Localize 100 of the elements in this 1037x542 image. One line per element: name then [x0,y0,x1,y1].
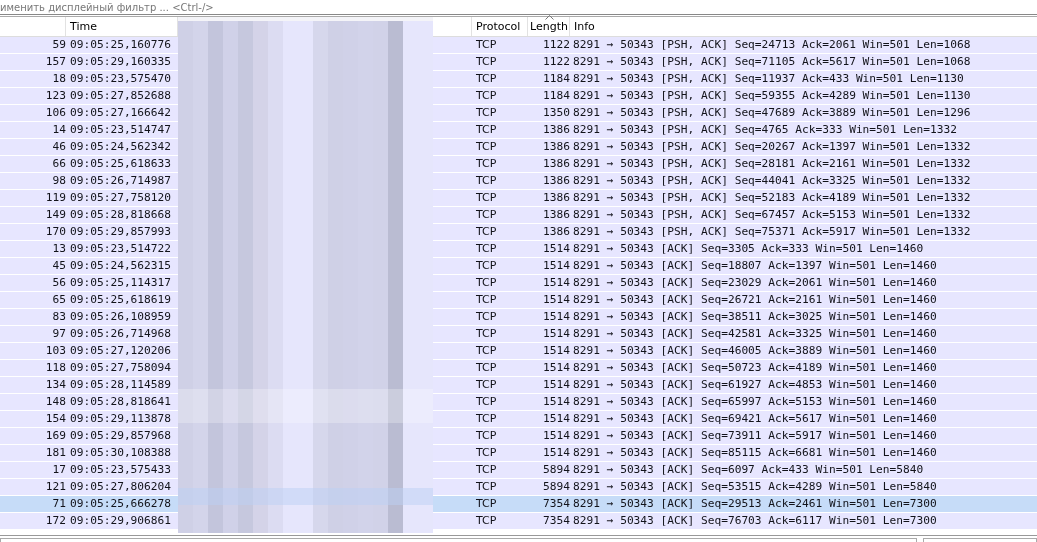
table-cell-text: 8291 → 50343 [ACK] Seq=85115 Ack=6681 Win=501 Len=1460 [572,445,937,461]
table-cell-text: 09:05:24,562342 [70,139,173,155]
table-cell-text: 8291 → 50343 [ACK] Seq=65997 Ack=5153 Win=501 Len=1460 [572,394,937,410]
table-cell-text: 1514 [542,343,570,359]
table-cell-text: 8291 → 50343 [ACK] Seq=38511 Ack=3025 Win=501 Len=1460 [572,309,937,325]
table-cell-text: 1122 [542,37,570,53]
table-cell-text: 5894 [542,479,570,495]
table-cell-text: 8291 → 50343 [ACK] Seq=76703 Ack=6117 Win=501 Len=7300 [572,513,937,529]
table-cell-text: 1350 [542,105,570,121]
table-cell-text: 8291 → 50343 [PSH, ACK] Seq=28181 Ack=2161 Win=501 Len=1332 [572,156,971,172]
table-cell-text: 1386 [542,173,570,189]
table-cell-text: 7354 [542,513,570,529]
table-cell-text: 09:05:28,818668 [70,207,173,223]
table-cell-text: TCP [475,496,498,512]
table-cell-text: 09:05:30,108388 [70,445,173,461]
table-cell-text: 119 [44,190,67,206]
table-cell-text: 1514 [542,258,570,274]
table-cell-text: TCP [475,445,498,461]
table-cell-text: 1184 [542,71,570,87]
table-cell-text: 09:05:25,618633 [70,156,173,172]
table-cell-text: 18 [51,71,67,87]
table-cell-text: 8291 → 50343 [PSH, ACK] Seq=47689 Ack=3889 Win=501 Len=1296 [572,105,971,121]
table-cell-text: 09:05:26,714968 [70,326,173,342]
table-cell-text: TCP [475,377,498,393]
table-cell-text: 09:05:25,666278 [70,496,173,512]
table-cell-text: 157 [44,54,67,70]
table-cell-text: 59 [51,37,67,53]
table-cell-text: 45 [51,258,67,274]
table-cell-text: 8291 → 50343 [ACK] Seq=69421 Ack=5617 Win=501 Len=1460 [572,411,937,427]
table-cell-text: 1514 [542,241,570,257]
table-cell-text: 83 [51,309,67,325]
table-cell-text: 8291 → 50343 [PSH, ACK] Seq=75371 Ack=5917 Win=501 Len=1332 [572,224,971,240]
table-cell-text: 1386 [542,224,570,240]
table-cell-text: 09:05:25,160776 [70,37,173,53]
table-cell-text: 09:05:28,818641 [70,394,173,410]
table-cell-text: TCP [475,173,498,189]
table-cell-text: TCP [475,394,498,410]
column-header[interactable]: Protocol [472,17,528,36]
column-header[interactable]: Length [528,17,570,36]
table-cell-text: 1386 [542,190,570,206]
table-cell-text: 09:05:29,113878 [70,411,173,427]
table-cell-text: 8291 → 50343 [ACK] Seq=73911 Ack=5917 Win=501 Len=1460 [572,428,937,444]
table-cell-text: TCP [475,479,498,495]
table-cell-text: 09:05:27,758094 [70,360,173,376]
table-cell-text: 8291 → 50343 [ACK] Seq=6097 Ack=433 Win=501 Len=5840 [572,462,924,478]
table-cell-text: TCP [475,411,498,427]
table-cell-text: 09:05:27,806204 [70,479,173,495]
table-cell-text: 1514 [542,275,570,291]
table-cell-text: 1122 [542,54,570,70]
table-cell-text: 8291 → 50343 [PSH, ACK] Seq=4765 Ack=333 Win=501 Len=1332 [572,122,957,138]
table-cell-text: 09:05:28,114589 [70,377,173,393]
table-cell-text: 09:05:26,714987 [70,173,173,189]
table-cell-text: TCP [475,241,498,257]
table-cell-text: TCP [475,139,498,155]
table-cell-text: 154 [44,411,67,427]
table-cell-text: 09:05:24,562315 [70,258,173,274]
table-cell-text: 09:05:27,852688 [70,88,173,104]
table-cell-text: 14 [51,122,67,138]
table-cell-text: 98 [51,173,67,189]
table-cell-text: TCP [475,71,498,87]
table-cell-text: 103 [44,343,67,359]
table-cell-text: 09:05:27,758120 [70,190,173,206]
table-cell-text: TCP [475,360,498,376]
table-cell-text: 56 [51,275,67,291]
table-cell-text: 09:05:29,857993 [70,224,173,240]
table-cell-text: TCP [475,462,498,478]
table-cell-text: 8291 → 50343 [PSH, ACK] Seq=11937 Ack=433 Win=501 Len=1130 [572,71,964,87]
table-cell-text: 1514 [542,292,570,308]
table-cell-text: 09:05:29,857968 [70,428,173,444]
table-cell-text: 1514 [542,309,570,325]
table-cell-text: 118 [44,360,67,376]
table-cell-text: 09:05:25,114317 [70,275,173,291]
table-cell-text: 09:05:26,108959 [70,309,173,325]
table-cell-text: TCP [475,513,498,529]
table-cell-text: 8291 → 50343 [PSH, ACK] Seq=67457 Ack=5153 Win=501 Len=1332 [572,207,971,223]
table-cell-text: 169 [44,428,67,444]
table-cell-text: 8291 → 50343 [PSH, ACK] Seq=44041 Ack=3325 Win=501 Len=1332 [572,173,971,189]
table-cell-text: 8291 → 50343 [ACK] Seq=50723 Ack=4189 Win=501 Len=1460 [572,360,937,376]
table-cell-text: 1514 [542,360,570,376]
table-cell-text: TCP [475,105,498,121]
table-cell-text: TCP [475,54,498,70]
table-cell-text: 5894 [542,462,570,478]
table-cell-text: 1386 [542,139,570,155]
table-cell-text: 148 [44,394,67,410]
table-cell-text: TCP [475,428,498,444]
table-cell-text: 13 [51,241,67,257]
table-cell-text: 09:05:23,575433 [70,462,173,478]
table-cell-text: 8291 → 50343 [PSH, ACK] Seq=20267 Ack=1397 Win=501 Len=1332 [572,139,971,155]
table-cell-text: 09:05:29,160335 [70,54,173,70]
table-cell-text: TCP [475,88,498,104]
column-header[interactable]: Info [570,17,1037,36]
table-cell-text: 8291 → 50343 [ACK] Seq=53515 Ack=4289 Win=501 Len=5840 [572,479,937,495]
table-cell-text: 09:05:23,575470 [70,71,173,87]
table-cell-text: 8291 → 50343 [PSH, ACK] Seq=71105 Ack=5617 Win=501 Len=1068 [572,54,971,70]
table-cell-text: 8291 → 50343 [PSH, ACK] Seq=59355 Ack=4289 Win=501 Len=1130 [572,88,971,104]
table-cell-text: 1386 [542,207,570,223]
table-cell-text: 8291 → 50343 [ACK] Seq=61927 Ack=4853 Win=501 Len=1460 [572,377,937,393]
table-cell-text: 1514 [542,428,570,444]
table-cell-text: TCP [475,258,498,274]
table-cell-text: 97 [51,326,67,342]
